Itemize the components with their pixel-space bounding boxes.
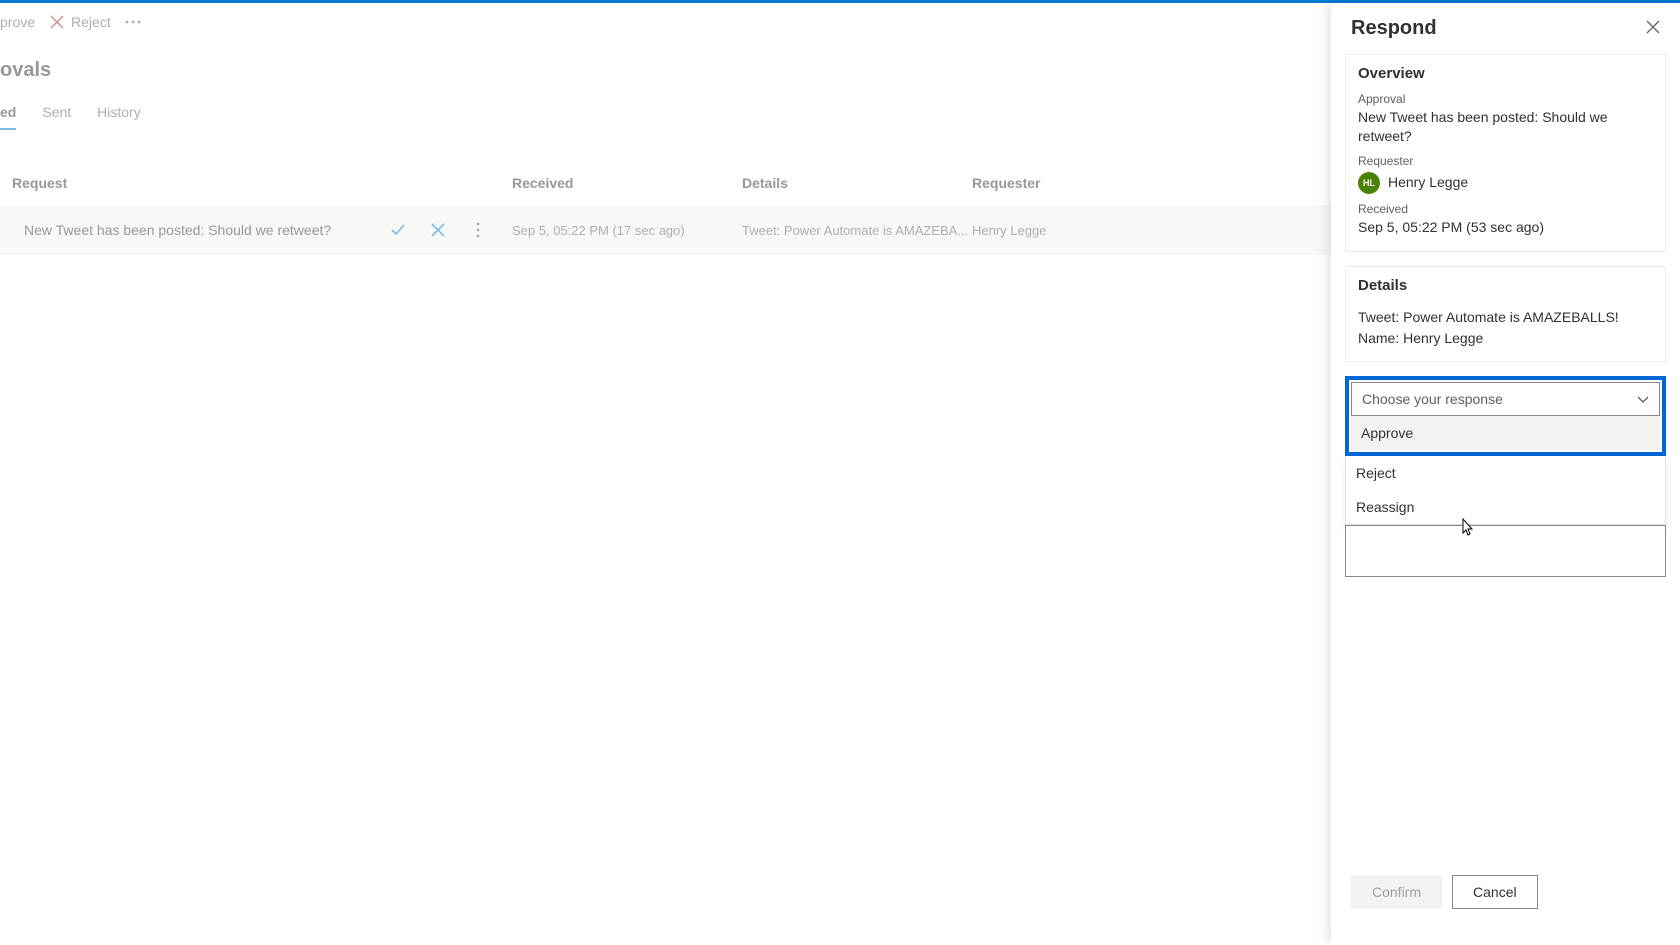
details-section: Details Tweet: Power Automate is AMAZEBA… xyxy=(1345,266,1666,363)
respond-panel: Respond Overview Approval New Tweet has … xyxy=(1331,3,1680,945)
requester-label: Requester xyxy=(1358,154,1653,168)
response-highlight: Choose your response Approve xyxy=(1345,376,1666,456)
approve-label: prove xyxy=(0,14,35,30)
close-icon xyxy=(49,14,65,30)
reject-label: Reject xyxy=(71,14,111,30)
reject-icon[interactable] xyxy=(428,220,448,240)
close-panel-button[interactable] xyxy=(1646,20,1660,38)
cancel-button[interactable]: Cancel xyxy=(1452,875,1538,909)
reject-action[interactable]: Reject xyxy=(49,14,111,30)
panel-header: Respond xyxy=(1331,3,1680,50)
response-area: Choose your response Approve Reject Reas… xyxy=(1345,376,1666,577)
row-received: Sep 5, 05:22 PM (17 sec ago) xyxy=(512,223,742,238)
row-requester: Henry Legge xyxy=(972,223,1172,238)
option-reassign[interactable]: Reassign xyxy=(1346,490,1665,524)
details-line2: Name: Henry Legge xyxy=(1358,329,1653,348)
approvals-table: Request Received Details Requester New T… xyxy=(0,175,1331,255)
col-received: Received xyxy=(512,175,742,191)
more-action[interactable] xyxy=(125,14,141,30)
dropdown-list: Approve xyxy=(1351,416,1660,450)
main-content: prove Reject ovals ed Sent History Reque… xyxy=(0,3,1331,945)
chevron-down-icon xyxy=(1637,391,1649,407)
page-title: ovals xyxy=(0,41,1331,86)
requester-name: Henry Legge xyxy=(1388,173,1468,192)
overview-heading: Overview xyxy=(1358,65,1653,82)
panel-footer: Confirm Cancel xyxy=(1331,861,1680,945)
tabs: ed Sent History xyxy=(0,104,1331,131)
details-heading: Details xyxy=(1358,277,1653,294)
col-request: Request xyxy=(0,175,512,191)
row-details: Tweet: Power Automate is AMAZEBA... xyxy=(742,223,972,238)
confirm-button[interactable]: Confirm xyxy=(1351,875,1442,909)
close-icon xyxy=(1646,20,1660,34)
details-line1: Tweet: Power Automate is AMAZEBALLS! xyxy=(1358,308,1653,327)
avatar: HL xyxy=(1358,172,1380,194)
row-more-icon[interactable] xyxy=(468,220,488,240)
option-reject[interactable]: Reject xyxy=(1346,456,1665,490)
panel-title: Respond xyxy=(1351,17,1437,40)
col-details: Details xyxy=(742,175,972,191)
tab-received[interactable]: ed xyxy=(0,104,16,130)
response-placeholder: Choose your response xyxy=(1362,391,1503,407)
more-icon xyxy=(125,14,141,30)
received-value: Sep 5, 05:22 PM (53 sec ago) xyxy=(1358,218,1653,237)
approval-value: New Tweet has been posted: Should we ret… xyxy=(1358,108,1653,146)
table-row[interactable]: New Tweet has been posted: Should we ret… xyxy=(0,205,1331,255)
toolbar: prove Reject xyxy=(0,3,1331,41)
col-requester: Requester xyxy=(972,175,1172,191)
tab-history[interactable]: History xyxy=(97,104,141,130)
table-header: Request Received Details Requester xyxy=(0,175,1331,205)
row-title: New Tweet has been posted: Should we ret… xyxy=(12,222,388,238)
approval-label: Approval xyxy=(1358,92,1653,106)
requester-row: HL Henry Legge xyxy=(1358,172,1653,194)
overview-section: Overview Approval New Tweet has been pos… xyxy=(1345,54,1666,252)
received-label: Received xyxy=(1358,202,1653,216)
tab-sent[interactable]: Sent xyxy=(42,104,71,130)
response-select[interactable]: Choose your response xyxy=(1351,382,1660,416)
option-approve[interactable]: Approve xyxy=(1351,416,1660,450)
approve-icon[interactable] xyxy=(388,220,408,240)
approve-action[interactable]: prove xyxy=(0,14,35,30)
comment-box[interactable] xyxy=(1345,525,1666,577)
dropdown-list-below: Reject Reassign xyxy=(1345,456,1666,525)
